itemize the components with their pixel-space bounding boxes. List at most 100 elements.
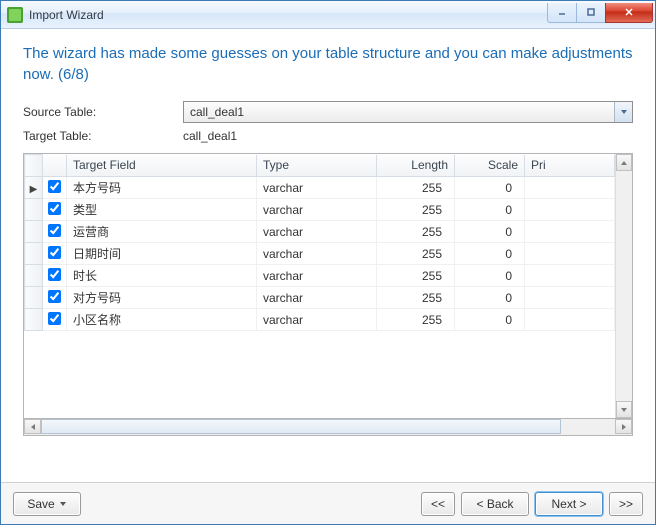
row-checkbox-cell[interactable] <box>43 199 67 221</box>
row-indicator: ▶ <box>25 177 43 199</box>
row-include-checkbox[interactable] <box>48 202 61 215</box>
import-wizard-window: Import Wizard The wizard has made some g… <box>0 0 656 525</box>
cell-target-field[interactable]: 类型 <box>67 199 257 221</box>
cell-length[interactable]: 255 <box>377 265 455 287</box>
scroll-left-icon[interactable] <box>24 419 41 434</box>
cell-target-field[interactable]: 运营商 <box>67 221 257 243</box>
cell-primary[interactable] <box>525 309 615 331</box>
row-indicator <box>25 221 43 243</box>
row-indicator <box>25 265 43 287</box>
cell-primary[interactable] <box>525 199 615 221</box>
cell-scale[interactable]: 0 <box>455 309 525 331</box>
last-button[interactable]: >> <box>609 492 643 516</box>
grid-table: Target Field Type Length Scale Pri ▶ 本方号码… <box>24 154 615 331</box>
grid-header-scale[interactable]: Scale <box>455 155 525 177</box>
save-label: Save <box>27 497 54 511</box>
row-indicator <box>25 243 43 265</box>
target-table-label: Target Table: <box>23 129 183 143</box>
cell-length[interactable]: 255 <box>377 287 455 309</box>
scroll-right-icon[interactable] <box>615 419 632 434</box>
cell-target-field[interactable]: 日期时间 <box>67 243 257 265</box>
row-include-checkbox[interactable] <box>48 224 61 237</box>
table-row[interactable]: 运营商varchar2550 <box>25 221 615 243</box>
cell-scale[interactable]: 0 <box>455 265 525 287</box>
row-include-checkbox[interactable] <box>48 246 61 259</box>
cell-target-field[interactable]: 对方号码 <box>67 287 257 309</box>
grid-header-target-field[interactable]: Target Field <box>67 155 257 177</box>
row-checkbox-cell[interactable] <box>43 221 67 243</box>
app-icon <box>7 7 23 23</box>
row-checkbox-cell[interactable] <box>43 243 67 265</box>
cell-type[interactable]: varchar <box>257 309 377 331</box>
row-include-checkbox[interactable] <box>48 290 61 303</box>
source-table-value: call_deal1 <box>190 105 244 119</box>
row-include-checkbox[interactable] <box>48 312 61 325</box>
cell-primary[interactable] <box>525 265 615 287</box>
grid-vertical-scrollbar[interactable] <box>615 154 632 418</box>
grid-horizontal-scrollbar[interactable] <box>23 419 633 436</box>
row-checkbox-cell[interactable] <box>43 309 67 331</box>
row-checkbox-cell[interactable] <box>43 287 67 309</box>
row-checkbox-cell[interactable] <box>43 265 67 287</box>
row-indicator <box>25 287 43 309</box>
source-table-select[interactable]: call_deal1 <box>183 101 633 123</box>
cell-scale[interactable]: 0 <box>455 243 525 265</box>
cell-length[interactable]: 255 <box>377 221 455 243</box>
source-table-row: Source Table: call_deal1 <box>23 101 633 123</box>
wizard-body: The wizard has made some guesses on your… <box>1 29 655 442</box>
dropdown-icon[interactable] <box>614 102 632 122</box>
cell-primary[interactable] <box>525 221 615 243</box>
table-row[interactable]: 对方号码varchar2550 <box>25 287 615 309</box>
scroll-track[interactable] <box>616 171 632 401</box>
cell-scale[interactable]: 0 <box>455 221 525 243</box>
row-checkbox-cell[interactable] <box>43 177 67 199</box>
row-include-checkbox[interactable] <box>48 180 61 193</box>
cell-type[interactable]: varchar <box>257 243 377 265</box>
next-button[interactable]: Next > <box>535 492 603 516</box>
cell-scale[interactable]: 0 <box>455 177 525 199</box>
scroll-up-icon[interactable] <box>616 154 632 171</box>
cell-type[interactable]: varchar <box>257 221 377 243</box>
window-controls <box>548 3 653 23</box>
cell-length[interactable]: 255 <box>377 243 455 265</box>
cell-type[interactable]: varchar <box>257 177 377 199</box>
table-row[interactable]: 类型varchar2550 <box>25 199 615 221</box>
maximize-button[interactable] <box>576 3 606 23</box>
scroll-down-icon[interactable] <box>616 401 632 418</box>
minimize-button[interactable] <box>547 3 577 23</box>
table-row[interactable]: 日期时间varchar2550 <box>25 243 615 265</box>
grid-header-rowselector <box>25 155 43 177</box>
row-include-checkbox[interactable] <box>48 268 61 281</box>
cell-scale[interactable]: 0 <box>455 199 525 221</box>
cell-type[interactable]: varchar <box>257 287 377 309</box>
cell-type[interactable]: varchar <box>257 199 377 221</box>
cell-primary[interactable] <box>525 287 615 309</box>
scroll-thumb[interactable] <box>41 419 561 434</box>
target-table-value: call_deal1 <box>183 129 633 143</box>
wizard-heading: The wizard has made some guesses on your… <box>23 43 633 85</box>
save-button[interactable]: Save <box>13 492 81 516</box>
grid-header-check[interactable] <box>43 155 67 177</box>
window-title: Import Wizard <box>29 8 548 22</box>
cell-target-field[interactable]: 本方号码 <box>67 177 257 199</box>
grid-header-type[interactable]: Type <box>257 155 377 177</box>
cell-type[interactable]: varchar <box>257 265 377 287</box>
cell-primary[interactable] <box>525 177 615 199</box>
cell-target-field[interactable]: 小区名称 <box>67 309 257 331</box>
cell-length[interactable]: 255 <box>377 177 455 199</box>
grid-header-length[interactable]: Length <box>377 155 455 177</box>
table-row[interactable]: ▶ 本方号码varchar2550 <box>25 177 615 199</box>
table-row[interactable]: 小区名称varchar2550 <box>25 309 615 331</box>
table-row[interactable]: 时长varchar2550 <box>25 265 615 287</box>
back-button[interactable]: < Back <box>461 492 529 516</box>
cell-target-field[interactable]: 时长 <box>67 265 257 287</box>
first-button[interactable]: << <box>421 492 455 516</box>
cell-length[interactable]: 255 <box>377 309 455 331</box>
grid-header-primary[interactable]: Pri <box>525 155 615 177</box>
cell-length[interactable]: 255 <box>377 199 455 221</box>
cell-scale[interactable]: 0 <box>455 287 525 309</box>
grid-header-row: Target Field Type Length Scale Pri <box>25 155 615 177</box>
close-button[interactable] <box>605 3 653 23</box>
cell-primary[interactable] <box>525 243 615 265</box>
titlebar[interactable]: Import Wizard <box>1 1 655 29</box>
